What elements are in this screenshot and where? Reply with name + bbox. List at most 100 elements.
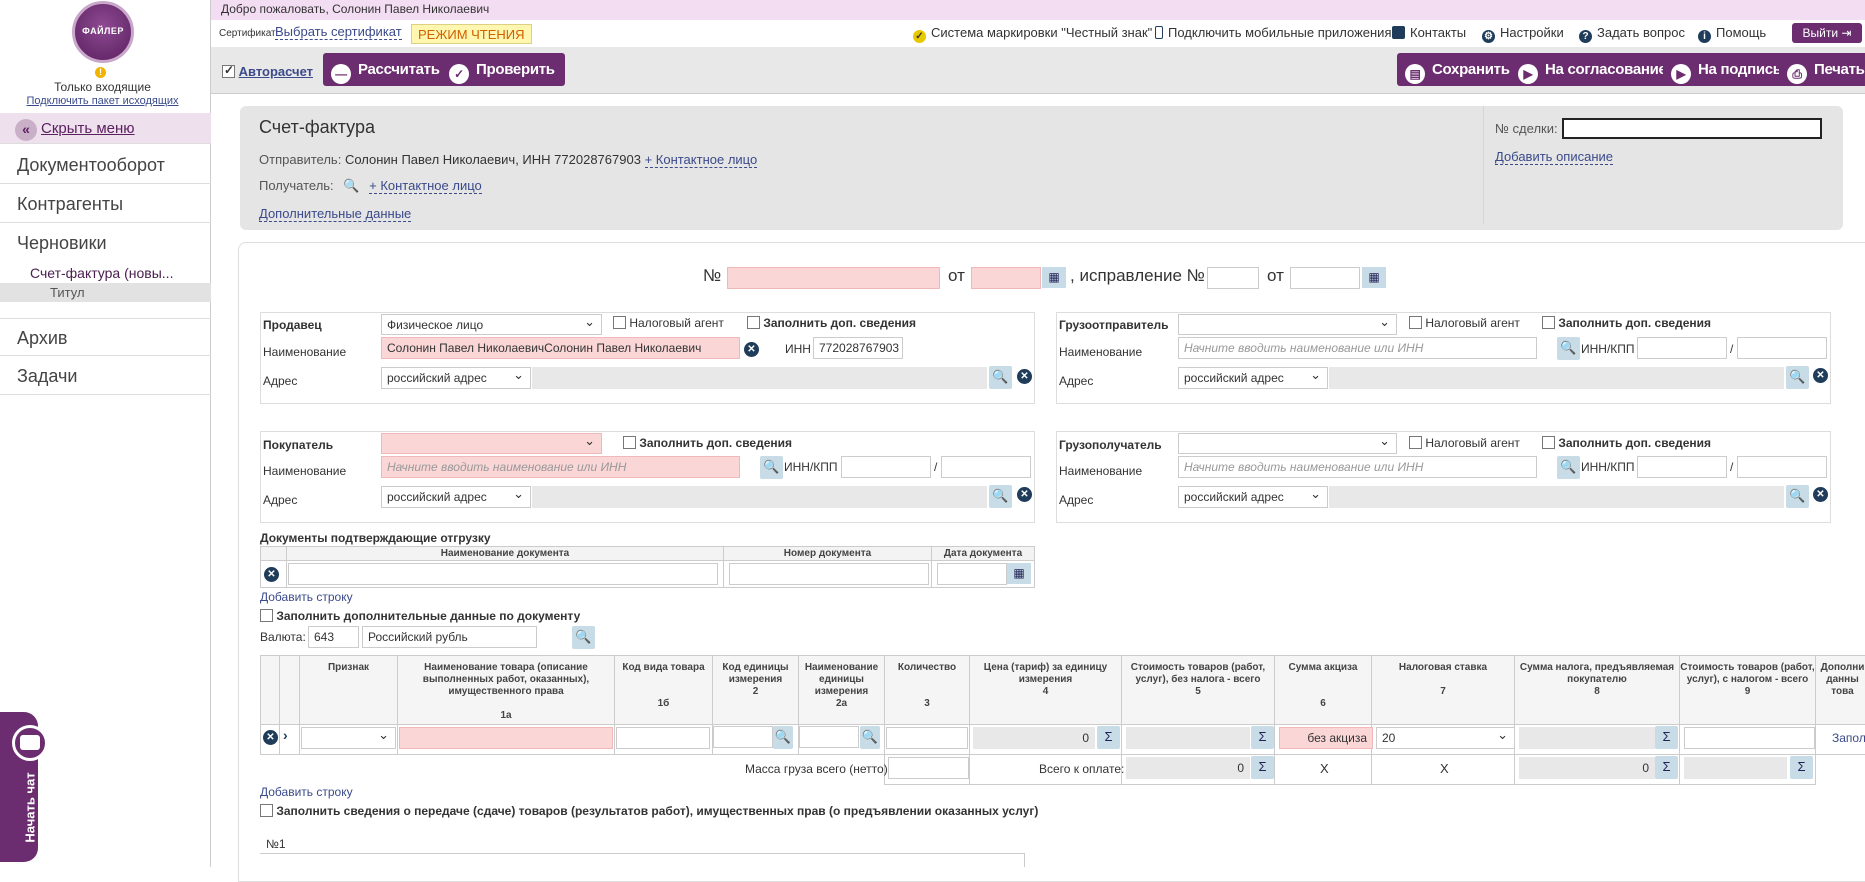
shipper-kpp-input[interactable] — [1737, 337, 1827, 359]
nav-item-counterparties[interactable]: Контрагенты — [0, 185, 211, 223]
delete-row-icon[interactable]: ✕ — [264, 567, 279, 582]
clear-icon[interactable]: ✕ — [744, 342, 759, 357]
add-doc-row-link[interactable]: Добавить строку — [260, 590, 353, 604]
check-button[interactable]: ✓Проверить — [441, 53, 565, 86]
add-description-link[interactable]: Добавить описание — [1495, 149, 1613, 165]
search-icon[interactable]: 🔍 — [760, 456, 783, 479]
search-icon[interactable]: 🔍 — [572, 626, 595, 649]
nav-item-tasks[interactable]: Задачи — [0, 357, 211, 395]
calendar-icon[interactable]: ▦ — [1362, 267, 1386, 288]
print-button[interactable]: ⎙Печать — [1779, 53, 1865, 86]
buyer-inn-input[interactable] — [841, 456, 931, 478]
shipper-tax-agent[interactable]: Налоговый агент — [1409, 316, 1520, 330]
sigma-icon[interactable]: Σ — [1655, 756, 1678, 779]
shipper-address-input[interactable] — [1329, 367, 1784, 389]
goods-extra-link[interactable]: Запол — [1832, 731, 1865, 745]
shipper-name-input[interactable]: Начните вводить наименование или ИНН — [1178, 337, 1537, 359]
filer-logo[interactable]: ФАЙЛЕР — [72, 1, 134, 63]
doc-name-input[interactable] — [288, 563, 718, 585]
clear-icon[interactable]: ✕ — [1017, 487, 1032, 502]
sigma-icon[interactable]: Σ — [1097, 726, 1120, 749]
doc-number-input[interactable] — [729, 563, 929, 585]
search-icon[interactable]: 🔍 — [1557, 337, 1580, 360]
sigma-icon[interactable]: Σ — [1251, 726, 1274, 749]
seller-fill-extra[interactable]: Заполнить доп. сведения — [747, 316, 916, 330]
nav-item-archive[interactable]: Архив — [0, 318, 211, 356]
consignee-type-select[interactable] — [1178, 433, 1397, 454]
goods-kind-input[interactable] — [616, 727, 710, 749]
honest-sign-link[interactable]: ✓Система маркировки "Честный знак" — [913, 25, 1152, 43]
mass-input[interactable] — [888, 757, 969, 779]
goods-total-input[interactable] — [1684, 727, 1815, 749]
buyer-fill-extra[interactable]: Заполнить доп. сведения — [623, 436, 792, 450]
goods-tax-sum-input[interactable] — [1519, 727, 1655, 749]
goods-excise-input[interactable]: без акциза — [1279, 727, 1373, 749]
goods-qty-input[interactable] — [886, 727, 968, 749]
seller-address-type-select[interactable]: российский адрес — [381, 367, 531, 389]
expand-row-chevron-icon[interactable]: › — [283, 727, 288, 743]
consignee-kpp-input[interactable] — [1737, 456, 1827, 478]
goods-tax-rate-select[interactable]: 20 — [1376, 727, 1515, 749]
seller-inn-input[interactable]: 772028767903 — [813, 337, 903, 359]
hide-menu-link[interactable]: Скрыть меню — [41, 120, 135, 137]
connect-outgoing-link[interactable]: Подключить пакет исходящих — [0, 95, 205, 107]
invoice-date-input[interactable] — [971, 267, 1041, 289]
nav-item-documents[interactable]: Документооборот — [0, 146, 211, 184]
calculate-button[interactable]: —Рассчитать — [323, 53, 450, 86]
send-sign-button[interactable]: ▶На подпись — [1663, 53, 1792, 86]
correction-date-input[interactable] — [1290, 267, 1360, 289]
goods-unit-code-input[interactable] — [713, 726, 773, 748]
autocalc-checkbox[interactable] — [222, 65, 235, 78]
search-icon[interactable]: 🔍 — [773, 726, 793, 749]
shipper-fill-extra[interactable]: Заполнить доп. сведения — [1542, 316, 1711, 330]
search-icon[interactable]: 🔍 — [989, 366, 1012, 389]
buyer-kpp-input[interactable] — [941, 456, 1031, 478]
delete-row-icon[interactable]: ✕ — [263, 730, 278, 745]
nav-item-drafts[interactable]: Черновики — [0, 224, 211, 262]
select-certificate-link[interactable]: Выбрать сертификат — [275, 24, 402, 40]
deal-number-input[interactable] — [1562, 118, 1822, 139]
currency-name-input[interactable]: Российский рубль — [362, 626, 537, 648]
double-chevron-left-icon[interactable]: « — [15, 119, 37, 141]
clear-icon[interactable]: ✕ — [1017, 369, 1032, 384]
shipper-inn-input[interactable] — [1637, 337, 1727, 359]
send-approval-button[interactable]: ▶На согласование — [1510, 53, 1677, 86]
search-icon[interactable]: 🔍 — [1786, 485, 1809, 508]
search-icon[interactable]: 🔍 — [343, 178, 359, 193]
buyer-name-input[interactable]: Начните вводить наименование или ИНН — [381, 456, 740, 478]
calendar-icon[interactable]: ▦ — [1007, 563, 1031, 584]
seller-type-select[interactable]: Физическое лицо — [381, 314, 602, 335]
fill-extra-doc[interactable]: Заполнить дополнительные данные по докум… — [260, 609, 580, 623]
clear-icon[interactable]: ✕ — [1813, 368, 1828, 383]
shipper-address-type-select[interactable]: российский адрес — [1178, 367, 1328, 389]
invoice-number-input[interactable] — [727, 267, 940, 289]
seller-name-input[interactable]: Солонин Павел НиколаевичСолонин Павел Ни… — [381, 337, 740, 359]
consignee-inn-input[interactable] — [1637, 456, 1727, 478]
receiver-contact-link[interactable]: + Контактное лицо — [369, 178, 482, 194]
correction-number-input[interactable] — [1207, 267, 1259, 289]
settings-link[interactable]: ⚙Настройки — [1482, 25, 1564, 43]
help-link[interactable]: iПомощь — [1698, 25, 1766, 43]
consignee-fill-extra[interactable]: Заполнить доп. сведения — [1542, 436, 1711, 450]
goods-cost-input[interactable] — [1126, 727, 1250, 749]
currency-code-input[interactable]: 643 — [308, 626, 359, 648]
exit-button[interactable]: Выйти ⇥ — [1792, 23, 1862, 43]
seller-address-input[interactable] — [532, 367, 987, 389]
goods-name-input[interactable] — [399, 727, 613, 749]
buyer-type-select[interactable] — [381, 433, 602, 454]
sender-contact-link[interactable]: + Контактное лицо — [645, 152, 758, 168]
save-button[interactable]: ▤Сохранить — [1397, 53, 1520, 86]
start-chat-label[interactable]: Начать чат — [23, 772, 38, 842]
ask-question-link[interactable]: ?Задать вопрос — [1579, 25, 1685, 43]
sigma-icon[interactable]: Σ — [1251, 756, 1274, 779]
consignee-name-input[interactable]: Начните вводить наименование или ИНН — [1178, 456, 1537, 478]
mobile-apps-link[interactable]: Подключить мобильные приложения — [1155, 25, 1391, 40]
sigma-icon[interactable]: Σ — [1790, 756, 1813, 779]
nav-subitem-title[interactable]: Титул — [0, 283, 211, 302]
goods-price-input[interactable]: 0 — [973, 727, 1095, 749]
extra-data-link[interactable]: Дополнительные данные — [259, 206, 411, 222]
goods-sign-select[interactable] — [301, 727, 396, 749]
add-goods-row-link[interactable]: Добавить строку — [260, 785, 353, 799]
search-icon[interactable]: 🔍 — [860, 726, 880, 749]
shipper-type-select[interactable] — [1178, 314, 1397, 335]
